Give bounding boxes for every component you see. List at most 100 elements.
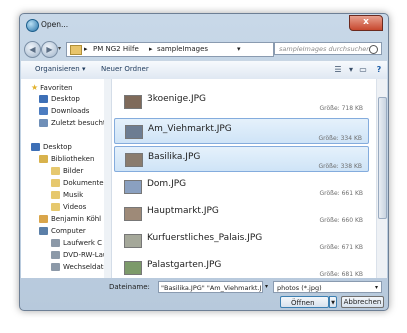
file-item[interactable]: Kurfuerstliches_Palais.JPG Größe: 671 KB bbox=[114, 228, 369, 254]
file-name: 3koenige.JPG bbox=[147, 94, 207, 104]
file-size: Größe: 338 KB bbox=[318, 163, 362, 170]
image-thumbnail bbox=[124, 180, 142, 194]
forward-button[interactable]: ▶ bbox=[41, 41, 58, 58]
file-item[interactable]: Palastgarten.JPG Größe: 681 KB bbox=[114, 255, 369, 278]
file-name: Kurfuerstliches_Palais.JPG bbox=[147, 233, 263, 243]
navigation-pane: ★ Favoriten Desktop Downloads Zuletzt bes… bbox=[21, 79, 112, 278]
desktop-icon bbox=[31, 143, 40, 151]
command-bar: Organisieren ▾ Neuer Ordner ☰ ▾ ▭ ? bbox=[21, 60, 387, 80]
nav-music[interactable]: Musik bbox=[51, 190, 83, 201]
star-icon: ★ bbox=[31, 83, 39, 92]
filename-dropdown-icon[interactable]: ▾ bbox=[265, 283, 268, 290]
filetype-value: photos (*.jpg) bbox=[277, 284, 322, 292]
nav-desktop-root[interactable]: Desktop bbox=[31, 142, 72, 153]
image-thumbnail bbox=[124, 95, 142, 109]
nav-documents[interactable]: Dokumente bbox=[51, 178, 104, 189]
nav-label: Videos bbox=[63, 203, 87, 211]
breadcrumb-separator[interactable]: ▸ bbox=[149, 45, 153, 53]
open-dialog: Open... x ◀ ▶ ▾ ▸ PM NG2 Hilfe ▸ sampleI… bbox=[19, 13, 389, 311]
nav-drive-c[interactable]: Laufwerk C (C:) bbox=[51, 238, 111, 249]
view-options-icon[interactable]: ☰ bbox=[332, 64, 344, 75]
pictures-icon bbox=[51, 167, 60, 175]
open-options-dropdown[interactable]: ▼ bbox=[329, 296, 337, 308]
back-arrow-icon: ◀ bbox=[29, 45, 36, 54]
image-thumbnail bbox=[124, 207, 142, 221]
nav-user[interactable]: Benjamin Köhl bbox=[39, 214, 101, 225]
view-dropdown-icon[interactable]: ▾ bbox=[345, 64, 357, 75]
title-bar[interactable]: Open... x bbox=[20, 14, 388, 38]
open-button[interactable]: Öffnen bbox=[280, 296, 329, 308]
nav-label: Downloads bbox=[51, 107, 90, 115]
file-list-scrollbar[interactable] bbox=[376, 79, 387, 278]
file-size: Größe: 671 KB bbox=[319, 244, 363, 251]
file-item[interactable]: Hauptmarkt.JPG Größe: 660 KB bbox=[114, 201, 369, 227]
breadcrumb-separator[interactable]: ▸ bbox=[84, 45, 88, 53]
nav-label: Computer bbox=[51, 227, 86, 235]
file-name: Palastgarten.JPG bbox=[147, 260, 222, 270]
breadcrumb-pm-ng2-hilfe[interactable]: PM NG2 Hilfe bbox=[93, 45, 139, 53]
desktop-icon bbox=[39, 95, 48, 103]
file-size: Größe: 681 KB bbox=[319, 271, 363, 278]
recent-pages-dropdown[interactable]: ▾ bbox=[58, 45, 61, 52]
back-button[interactable]: ◀ bbox=[24, 41, 41, 58]
videos-icon bbox=[51, 203, 60, 211]
file-item-selected[interactable]: Am_Viehmarkt.JPG Größe: 334 KB bbox=[114, 118, 369, 144]
nav-videos[interactable]: Videos bbox=[51, 202, 86, 213]
file-size: Größe: 718 KB bbox=[319, 105, 363, 112]
image-thumbnail bbox=[124, 234, 142, 248]
music-icon bbox=[51, 191, 60, 199]
file-item[interactable]: Dom.JPG Größe: 661 KB bbox=[114, 174, 369, 200]
window-title: Open... bbox=[41, 20, 69, 29]
breadcrumb-sampleimages[interactable]: sampleImages bbox=[157, 45, 208, 53]
nav-downloads[interactable]: Downloads bbox=[39, 106, 89, 117]
cancel-button[interactable]: Abbrechen bbox=[341, 296, 384, 308]
nav-pictures[interactable]: Bilder bbox=[51, 166, 83, 177]
address-row: ◀ ▶ ▾ ▸ PM NG2 Hilfe ▸ sampleImages ▾ ↻ … bbox=[24, 41, 384, 58]
nav-dvd[interactable]: DVD-RW-Laufw bbox=[51, 250, 111, 261]
nav-recent[interactable]: Zuletzt besucht bbox=[39, 118, 106, 129]
file-name: Basilika.JPG bbox=[148, 152, 201, 162]
search-input[interactable]: sampleImages durchsuchen bbox=[274, 42, 382, 55]
nav-label: Desktop bbox=[43, 143, 72, 151]
nav-removable[interactable]: Wechseldatentr bbox=[51, 262, 111, 273]
close-button[interactable]: x bbox=[349, 15, 383, 31]
nav-libraries[interactable]: Bibliotheken bbox=[39, 154, 94, 165]
nav-scrollbar[interactable] bbox=[104, 79, 111, 278]
file-name: Dom.JPG bbox=[147, 179, 187, 189]
recent-icon bbox=[39, 119, 48, 127]
nav-label: Musik bbox=[63, 191, 84, 199]
nav-computer[interactable]: Computer bbox=[39, 226, 86, 237]
file-item-selected[interactable]: Basilika.JPG Größe: 338 KB bbox=[114, 146, 369, 172]
library-icon bbox=[39, 155, 48, 163]
address-dropdown-icon[interactable]: ▾ bbox=[237, 45, 241, 53]
file-item[interactable]: 3koenige.JPG Größe: 718 KB bbox=[114, 89, 369, 115]
filetype-select[interactable]: photos (*.jpg) ▾ bbox=[273, 281, 382, 293]
file-size: Größe: 661 KB bbox=[319, 190, 363, 197]
file-size: Größe: 660 KB bbox=[319, 217, 363, 224]
filename-input[interactable]: "Basilika.JPG" "Am_Viehmarkt.JPG" bbox=[158, 281, 263, 293]
preview-pane-icon[interactable]: ▭ bbox=[357, 64, 369, 75]
app-icon bbox=[26, 19, 39, 32]
organize-button[interactable]: Organisieren ▾ bbox=[35, 65, 85, 73]
downloads-icon bbox=[39, 107, 48, 115]
forward-arrow-icon: ▶ bbox=[46, 45, 53, 54]
help-icon[interactable]: ? bbox=[373, 64, 385, 75]
chevron-down-icon: ▾ bbox=[374, 284, 378, 291]
file-list: 3koenige.JPG Größe: 718 KB Am_Viehmarkt.… bbox=[112, 79, 387, 278]
nav-desktop[interactable]: Desktop bbox=[39, 94, 80, 105]
dialog-footer: Dateiname: "Basilika.JPG" "Am_Viehmarkt.… bbox=[21, 279, 387, 309]
nav-label: Favoriten bbox=[40, 84, 73, 92]
address-bar[interactable]: ▸ PM NG2 Hilfe ▸ sampleImages ▾ ↻ bbox=[66, 42, 307, 57]
file-size: Größe: 334 KB bbox=[318, 135, 362, 142]
nav-label: Zuletzt besucht bbox=[51, 119, 106, 127]
search-icon bbox=[369, 45, 378, 54]
scrollbar-thumb[interactable] bbox=[378, 97, 387, 219]
nav-label: Dokumente bbox=[63, 179, 104, 187]
filename-label: Dateiname: bbox=[109, 283, 150, 291]
file-name: Hauptmarkt.JPG bbox=[147, 206, 219, 216]
new-folder-button[interactable]: Neuer Ordner bbox=[101, 65, 149, 73]
nav-favorites[interactable]: ★ Favoriten bbox=[31, 82, 73, 93]
image-thumbnail bbox=[125, 125, 143, 139]
file-name: Am_Viehmarkt.JPG bbox=[148, 124, 232, 134]
documents-icon bbox=[51, 179, 60, 187]
